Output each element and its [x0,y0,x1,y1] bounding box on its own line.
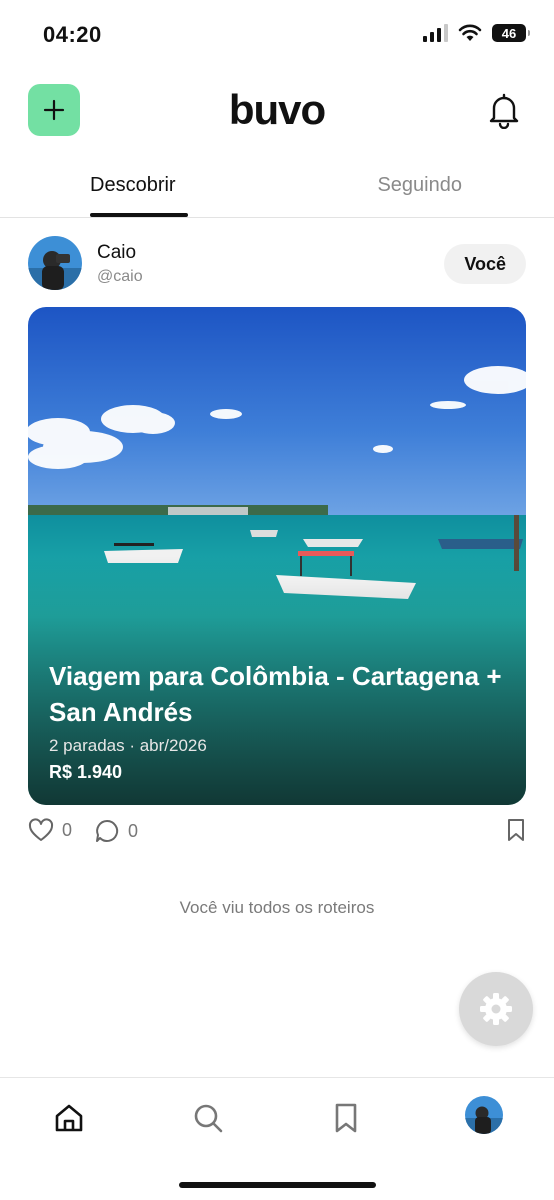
search-icon [194,1104,223,1133]
trip-card[interactable]: Viagem para Colômbia - Cartagena + San A… [28,307,526,805]
owner-badge: Você [444,244,526,284]
heart-icon [28,818,54,841]
wifi-icon [458,24,482,41]
save-button[interactable] [506,818,526,842]
like-button[interactable]: 0 [28,818,72,842]
settings-button[interactable] [459,972,533,1046]
trip-price: R$ 1.940 [49,762,123,782]
home-icon [55,1104,83,1132]
comment-button[interactable]: 0 [94,818,138,844]
nav-search[interactable] [188,1098,228,1138]
brand-logo: buvo [228,86,326,133]
comment-icon [96,819,119,842]
like-count: 0 [62,819,73,840]
author-name[interactable]: Caio [97,242,136,264]
trip-title: Viagem para Colômbia - Cartagena + San A… [49,661,502,727]
feed-end-message: Você viu todos os roteiros [179,898,375,917]
battery-level: 46 [501,25,517,41]
status-time: 04:20 [43,22,102,47]
app-header: buvo [0,84,554,136]
bell-icon [489,93,519,129]
trip-meta: 2 paradas · abr/2026 [49,736,207,755]
post-actions: 0 0 [28,818,526,846]
trip-card-info: Viagem para Colômbia - Cartagena + San A… [49,658,505,783]
tab-descobrir[interactable]: Descobrir [90,174,176,197]
active-tab-indicator [90,213,188,217]
feed-tabs: Descobrir Seguindo [0,160,554,218]
comment-count: 0 [128,820,139,841]
author-avatar[interactable] [28,236,82,290]
gear-icon [480,993,512,1025]
nav-profile-avatar[interactable] [465,1096,503,1134]
nav-home[interactable] [49,1098,89,1138]
notifications-button[interactable] [484,90,524,130]
post-header: Caio @caio Você [0,236,554,292]
home-indicator [179,1182,376,1188]
status-bar: 04:20 46 [0,0,554,72]
status-indicators: 46 [423,24,530,42]
nav-saved[interactable] [326,1098,366,1138]
author-handle: @caio [97,268,143,285]
cellular-signal-icon [423,24,448,42]
bookmark-icon [508,819,524,841]
battery-icon: 46 [492,24,530,42]
tab-seguindo[interactable]: Seguindo [377,174,462,197]
bookmark-icon [335,1103,357,1133]
